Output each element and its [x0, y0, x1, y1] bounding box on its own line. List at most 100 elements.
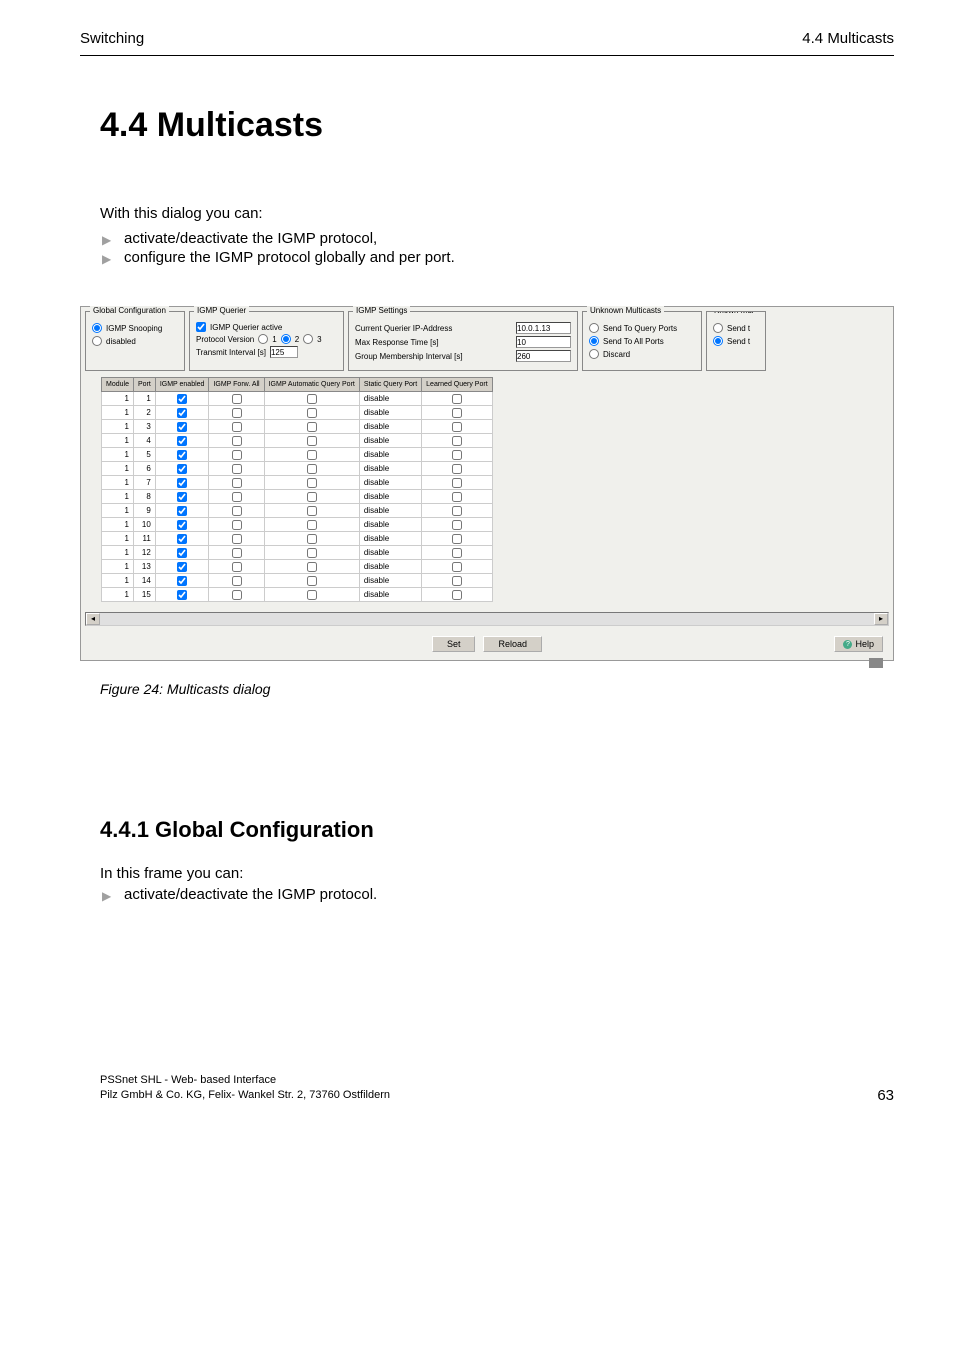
learned-checkbox[interactable]	[452, 520, 462, 530]
forw-checkbox[interactable]	[232, 520, 242, 530]
querier-active-checkbox[interactable]	[196, 322, 206, 332]
forw-checkbox[interactable]	[232, 436, 242, 446]
enabled-checkbox[interactable]	[177, 478, 187, 488]
igmp-snooping-radio[interactable]	[92, 323, 102, 333]
auto-checkbox[interactable]	[307, 590, 317, 600]
learned-checkbox[interactable]	[452, 562, 462, 572]
learned-checkbox[interactable]	[452, 506, 462, 516]
learned-checkbox[interactable]	[452, 436, 462, 446]
send-all-ports-radio[interactable]	[589, 336, 599, 346]
learned-checkbox[interactable]	[452, 408, 462, 418]
enabled-checkbox[interactable]	[177, 590, 187, 600]
figure-caption: Figure 24: Multicasts dialog	[100, 681, 894, 697]
col-igmp-forw[interactable]: IGMP Forw. All	[209, 378, 264, 392]
forw-checkbox[interactable]	[232, 394, 242, 404]
known-multicasts-legend: Known Mul	[711, 311, 757, 315]
forw-checkbox[interactable]	[232, 506, 242, 516]
igmp-settings-panel: IGMP Settings Current Querier IP-Address…	[348, 311, 578, 371]
enabled-checkbox[interactable]	[177, 408, 187, 418]
auto-checkbox[interactable]	[307, 422, 317, 432]
sub-intro: In this frame you can:	[100, 865, 894, 882]
auto-checkbox[interactable]	[307, 436, 317, 446]
enabled-checkbox[interactable]	[177, 394, 187, 404]
enabled-checkbox[interactable]	[177, 450, 187, 460]
send-query-ports-radio[interactable]	[589, 323, 599, 333]
scroll-right-icon[interactable]: ▸	[874, 613, 888, 625]
resize-grip-icon[interactable]	[869, 658, 883, 668]
learned-checkbox[interactable]	[452, 464, 462, 474]
forw-checkbox[interactable]	[232, 590, 242, 600]
enabled-checkbox[interactable]	[177, 436, 187, 446]
table-row: 13disable	[102, 420, 493, 434]
forw-checkbox[interactable]	[232, 422, 242, 432]
cell-static: disable	[359, 476, 421, 490]
cell-enabled	[155, 560, 209, 574]
forw-checkbox[interactable]	[232, 450, 242, 460]
learned-checkbox[interactable]	[452, 548, 462, 558]
set-button[interactable]: Set	[432, 636, 476, 652]
enabled-checkbox[interactable]	[177, 576, 187, 586]
forw-checkbox[interactable]	[232, 492, 242, 502]
max-response-input[interactable]	[516, 336, 571, 348]
auto-checkbox[interactable]	[307, 520, 317, 530]
forw-checkbox[interactable]	[232, 534, 242, 544]
auto-checkbox[interactable]	[307, 478, 317, 488]
col-learned-query[interactable]: Learned Query Port	[422, 378, 492, 392]
learned-checkbox[interactable]	[452, 590, 462, 600]
auto-checkbox[interactable]	[307, 562, 317, 572]
learned-checkbox[interactable]	[452, 576, 462, 586]
enabled-checkbox[interactable]	[177, 506, 187, 516]
known-opt2-radio[interactable]	[713, 336, 723, 346]
horizontal-scrollbar[interactable]: ◂ ▸	[85, 612, 889, 626]
learned-checkbox[interactable]	[452, 478, 462, 488]
cell-static: disable	[359, 574, 421, 588]
transmit-interval-input[interactable]	[270, 346, 298, 358]
cell-auto	[264, 434, 359, 448]
col-module[interactable]: Module	[102, 378, 134, 392]
reload-button[interactable]: Reload	[483, 636, 542, 652]
enabled-checkbox[interactable]	[177, 548, 187, 558]
enabled-checkbox[interactable]	[177, 422, 187, 432]
known-opt1-radio[interactable]	[713, 323, 723, 333]
protocol-v1-radio[interactable]	[258, 334, 268, 344]
enabled-checkbox[interactable]	[177, 464, 187, 474]
enabled-checkbox[interactable]	[177, 534, 187, 544]
discard-radio[interactable]	[589, 349, 599, 359]
auto-checkbox[interactable]	[307, 506, 317, 516]
forw-checkbox[interactable]	[232, 548, 242, 558]
protocol-v2-radio[interactable]	[281, 334, 291, 344]
cell-learned	[422, 490, 492, 504]
enabled-checkbox[interactable]	[177, 562, 187, 572]
forw-checkbox[interactable]	[232, 464, 242, 474]
learned-checkbox[interactable]	[452, 450, 462, 460]
forw-checkbox[interactable]	[232, 562, 242, 572]
learned-checkbox[interactable]	[452, 492, 462, 502]
col-static-query[interactable]: Static Query Port	[359, 378, 421, 392]
forw-checkbox[interactable]	[232, 478, 242, 488]
scroll-left-icon[interactable]: ◂	[86, 613, 100, 625]
forw-checkbox[interactable]	[232, 408, 242, 418]
protocol-v3-radio[interactable]	[303, 334, 313, 344]
auto-checkbox[interactable]	[307, 464, 317, 474]
help-button[interactable]: ? Help	[834, 636, 883, 652]
disabled-radio[interactable]	[92, 336, 102, 346]
auto-checkbox[interactable]	[307, 408, 317, 418]
auto-checkbox[interactable]	[307, 394, 317, 404]
group-interval-input[interactable]	[516, 350, 571, 362]
learned-checkbox[interactable]	[452, 534, 462, 544]
enabled-checkbox[interactable]	[177, 520, 187, 530]
col-port[interactable]: Port	[133, 378, 155, 392]
learned-checkbox[interactable]	[452, 394, 462, 404]
enabled-checkbox[interactable]	[177, 492, 187, 502]
auto-checkbox[interactable]	[307, 450, 317, 460]
auto-checkbox[interactable]	[307, 492, 317, 502]
col-igmp-enabled[interactable]: IGMP enabled	[155, 378, 209, 392]
auto-checkbox[interactable]	[307, 576, 317, 586]
auto-checkbox[interactable]	[307, 534, 317, 544]
forw-checkbox[interactable]	[232, 576, 242, 586]
auto-checkbox[interactable]	[307, 548, 317, 558]
col-igmp-auto[interactable]: IGMP Automatic Query Port	[264, 378, 359, 392]
learned-checkbox[interactable]	[452, 422, 462, 432]
cell-auto	[264, 462, 359, 476]
intro-text: With this dialog you can:	[100, 205, 894, 222]
